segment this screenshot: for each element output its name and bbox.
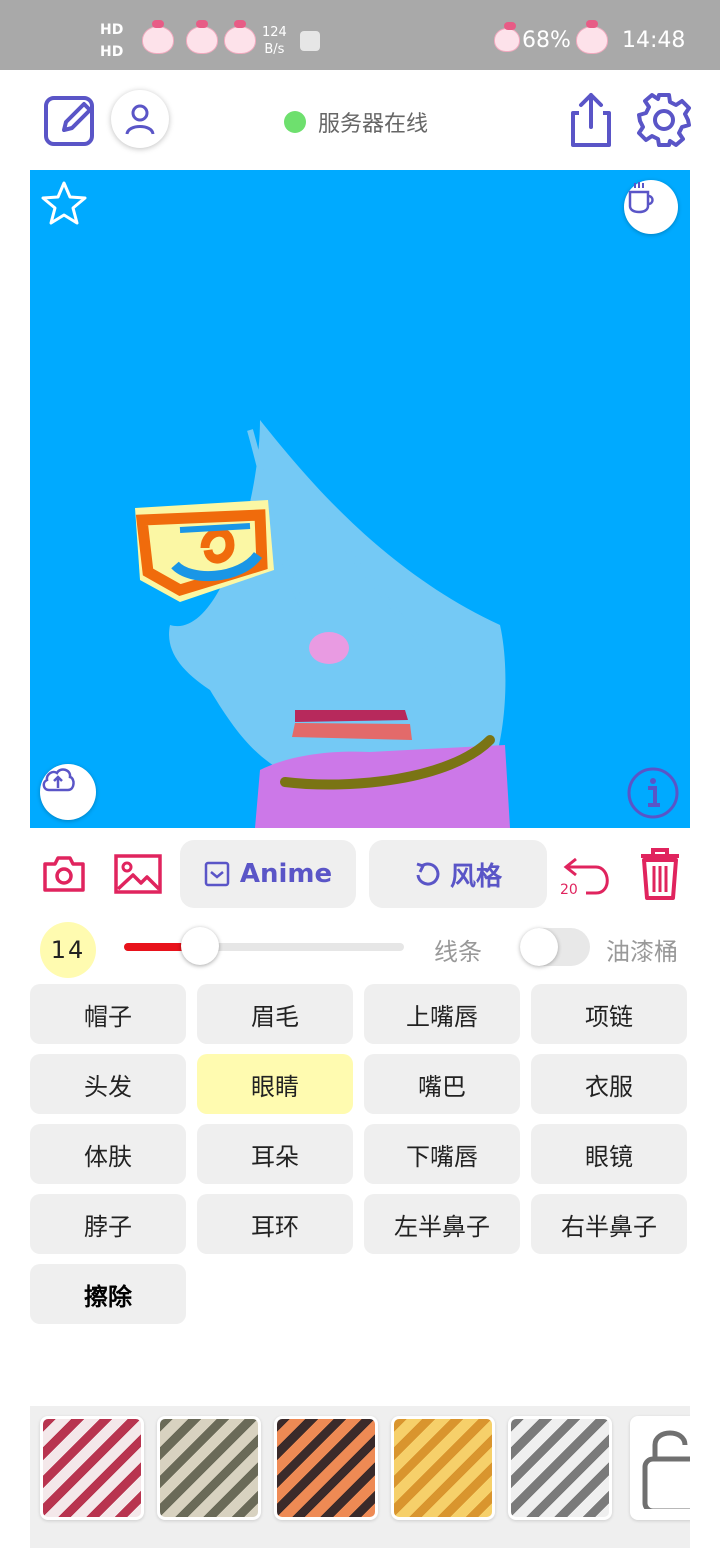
locked-style-card[interactable] xyxy=(630,1416,690,1520)
anime-model-label: Anime xyxy=(239,859,333,889)
part-button[interactable]: 右半鼻子 xyxy=(531,1194,687,1254)
paint-bucket-toggle[interactable] xyxy=(520,928,590,966)
style-label: 风格 xyxy=(449,861,502,892)
brush-size-slider-thumb[interactable] xyxy=(180,927,219,965)
network-speed-value: 124 xyxy=(262,25,287,40)
kitty-notification-icon xyxy=(186,20,218,54)
style-thumbnail[interactable] xyxy=(40,1416,144,1520)
style-thumbnail[interactable] xyxy=(274,1416,378,1520)
style-thumb-1 xyxy=(43,1419,141,1517)
app-notification-icon xyxy=(300,31,320,51)
brush-size-badge: 14 xyxy=(40,922,96,978)
coffee-cup-icon[interactable] xyxy=(624,180,678,234)
style-thumb-2 xyxy=(160,1419,258,1517)
part-button[interactable]: 眼镜 xyxy=(531,1124,687,1184)
camera-icon[interactable] xyxy=(40,852,88,896)
part-button[interactable]: 上嘴唇 xyxy=(364,984,520,1044)
style-thumb-4 xyxy=(394,1419,492,1517)
part-button[interactable]: 帽子 xyxy=(30,984,186,1044)
part-button[interactable]: 眉毛 xyxy=(197,984,353,1044)
part-button[interactable]: 耳环 xyxy=(197,1194,353,1254)
paint-bucket-label: 油漆桶 xyxy=(606,938,678,966)
style-thumbnail[interactable] xyxy=(157,1416,261,1520)
part-button[interactable]: 体肤 xyxy=(30,1124,186,1184)
network-speed-unit: B/s xyxy=(264,42,285,57)
part-button[interactable]: 眼睛 xyxy=(197,1054,353,1114)
battery-level: 68% xyxy=(522,28,571,53)
lock-icon xyxy=(642,1430,690,1514)
undo-count: 20 xyxy=(560,882,578,898)
kitty-notification-icon xyxy=(142,20,174,54)
hd-indicator-bottom: HD xyxy=(100,44,124,60)
part-button[interactable]: 头发 xyxy=(30,1054,186,1114)
style-thumb-5 xyxy=(511,1419,609,1517)
drawing-canvas[interactable] xyxy=(30,170,690,828)
clock: 14:48 xyxy=(622,28,686,53)
info-icon[interactable] xyxy=(626,766,680,820)
style-thumbnail[interactable] xyxy=(508,1416,612,1520)
hd-indicator-top: HD xyxy=(100,22,124,38)
line-mode-label: 线条 xyxy=(434,938,482,966)
server-status-label: 服务器在线 xyxy=(318,112,429,137)
star-icon[interactable] xyxy=(39,179,95,235)
part-button[interactable]: 项链 xyxy=(531,984,687,1044)
part-button[interactable]: 下嘴唇 xyxy=(364,1124,520,1184)
style-thumbnail-strip[interactable] xyxy=(30,1406,690,1548)
part-button[interactable]: 衣服 xyxy=(531,1054,687,1114)
tool-row: Anime 风格 20 xyxy=(0,836,720,912)
network-speed: 124 B/s xyxy=(262,24,287,58)
kitty-battery-icon xyxy=(494,22,520,52)
gear-icon[interactable] xyxy=(634,90,694,150)
part-button[interactable]: 脖子 xyxy=(30,1194,186,1254)
image-icon[interactable] xyxy=(112,852,164,896)
share-upload-icon[interactable] xyxy=(563,90,619,150)
top-bar: 服务器在线 xyxy=(0,70,720,170)
paint-bucket-toggle-knob xyxy=(520,928,558,966)
person-icon[interactable] xyxy=(111,90,169,148)
edit-square-icon[interactable] xyxy=(40,90,100,150)
style-thumb-3 xyxy=(277,1419,375,1517)
status-bar: HD HD 124 B/s 68% 14:48 xyxy=(0,0,720,70)
trash-icon[interactable] xyxy=(632,844,688,904)
part-button[interactable]: 左半鼻子 xyxy=(364,1194,520,1254)
style-button[interactable]: 风格 xyxy=(369,840,547,908)
sketch-drawing xyxy=(135,420,510,828)
select-box-icon xyxy=(204,861,230,887)
server-status-dot xyxy=(284,111,306,133)
part-button[interactable]: 嘴巴 xyxy=(364,1054,520,1114)
erase-button[interactable]: 擦除 xyxy=(30,1264,186,1324)
brush-size-slider[interactable] xyxy=(124,927,404,965)
kitty-notification-icon xyxy=(224,20,256,54)
part-button[interactable]: 耳朵 xyxy=(197,1124,353,1184)
kitty-notification-icon xyxy=(576,20,608,54)
anime-model-button[interactable]: Anime xyxy=(180,840,356,908)
server-status: 服务器在线 xyxy=(284,106,428,138)
cloud-upload-icon[interactable] xyxy=(40,764,96,820)
refresh-icon xyxy=(416,862,440,886)
brush-settings-row: 14 线条 油漆桶 xyxy=(0,918,720,978)
style-thumbnail[interactable] xyxy=(391,1416,495,1520)
